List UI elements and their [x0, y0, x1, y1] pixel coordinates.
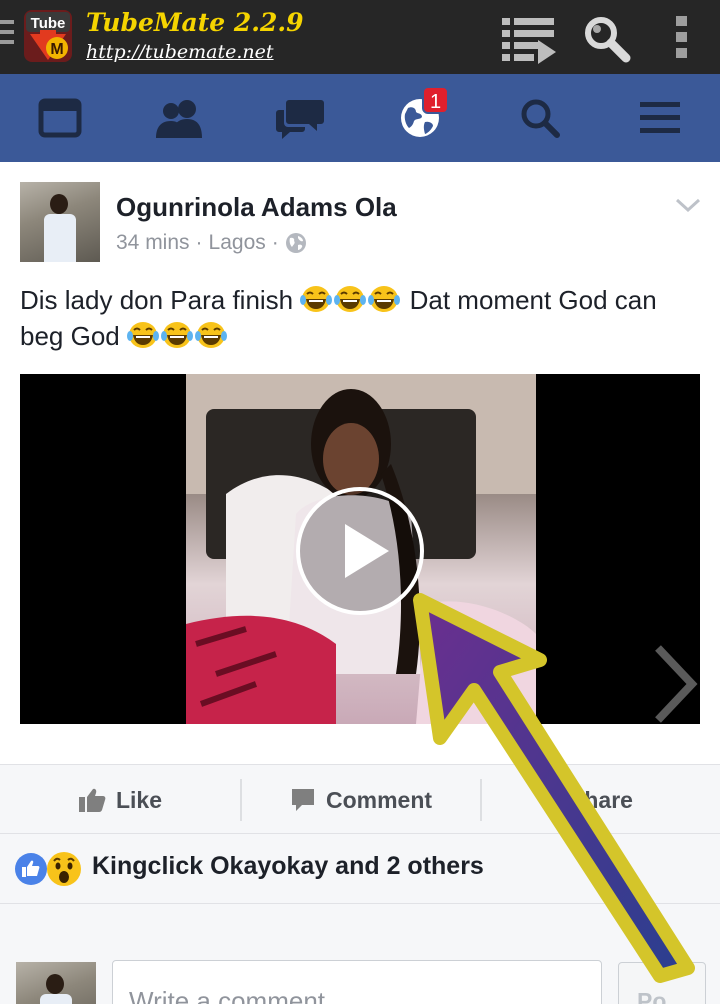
comment-button[interactable]: Comment [242, 765, 480, 835]
comment-label: Comment [325, 786, 433, 813]
comment-composer: Po [0, 904, 720, 1004]
post-text-line1: Dis lady don Para finish [20, 285, 294, 315]
news-feed-icon [38, 98, 82, 138]
comment-bubble-icon [291, 789, 314, 811]
play-icon[interactable] [295, 486, 425, 616]
share-button[interactable]: Share [482, 765, 720, 835]
like-label: Like [115, 786, 163, 813]
share-label: Share [569, 786, 633, 813]
post-location[interactable]: Lagos [209, 231, 266, 255]
messages-icon [276, 100, 324, 139]
logo-text-bottom: M [50, 41, 63, 58]
post-text-line1-after: Dat moment God can [409, 285, 657, 315]
app-root: Tube M TubeMate 2.2.9 http://tubemate.ne… [0, 0, 720, 1004]
search-icon [521, 99, 560, 138]
like-button[interactable]: Like [0, 765, 240, 835]
tears-of-joy-emoji-icon [300, 286, 333, 312]
app-title: TubeMate 2.2.9 [86, 8, 304, 37]
nav-more[interactable] [600, 74, 720, 162]
notification-badge: 1 [422, 86, 450, 114]
tears-of-joy-emoji-icon [160, 322, 193, 348]
post-comment-button[interactable]: Po [618, 962, 706, 1004]
post-options-chevron-down-icon[interactable] [674, 196, 702, 214]
tears-of-joy-emoji-icon [368, 286, 401, 312]
friend-requests-icon [156, 100, 202, 138]
nav-friend-requests[interactable] [120, 74, 240, 162]
post-text-line2: beg God [20, 321, 120, 351]
meta-separator: · [195, 231, 203, 254]
tubemate-logo: Tube M [24, 10, 72, 62]
viewer-avatar [16, 962, 96, 1004]
reactions-text[interactable]: Kingclick Okayokay and 2 others [92, 852, 484, 881]
post-meta: 34 mins · Lagos · [116, 231, 307, 255]
download-list-icon[interactable] [500, 14, 558, 64]
post-time[interactable]: 34 mins [116, 231, 190, 255]
nav-notifications[interactable]: 1 [360, 74, 480, 162]
app-url-link[interactable]: http://tubemate.net [86, 41, 274, 63]
tears-of-joy-emoji-icon [194, 322, 227, 348]
author-name[interactable]: Ogunrinola Adams Ola [116, 192, 397, 223]
meta-separator: · [271, 231, 279, 254]
search-icon[interactable] [582, 14, 632, 64]
globe-icon [285, 233, 306, 253]
tears-of-joy-emoji-icon [126, 322, 159, 348]
comment-input[interactable] [112, 960, 602, 1004]
overflow-menu-icon[interactable] [672, 14, 692, 60]
wow-reaction-icon [47, 852, 81, 886]
video-player[interactable] [20, 374, 700, 724]
tears-of-joy-emoji-icon [334, 286, 367, 312]
author-avatar[interactable] [20, 182, 100, 262]
menu-icon[interactable] [0, 20, 16, 50]
logo-text-top: Tube [31, 15, 66, 32]
chevron-right-icon[interactable] [652, 644, 698, 724]
post-actions-bar: Like Comment Share [0, 764, 720, 834]
like-reaction-icon [15, 853, 47, 885]
nav-search[interactable] [480, 74, 600, 162]
nav-messages[interactable] [240, 74, 360, 162]
tubemate-toolbar: Tube M TubeMate 2.2.9 http://tubemate.ne… [0, 0, 720, 74]
reactions-summary[interactable]: Kingclick Okayokay and 2 others [0, 834, 720, 904]
facebook-nav-bar: 1 [0, 74, 720, 162]
more-menu-icon [640, 102, 680, 133]
nav-news-feed[interactable] [0, 74, 120, 162]
thumbs-up-icon [78, 788, 106, 812]
post-text: Dis lady don Para finish Dat moment God … [20, 282, 710, 354]
